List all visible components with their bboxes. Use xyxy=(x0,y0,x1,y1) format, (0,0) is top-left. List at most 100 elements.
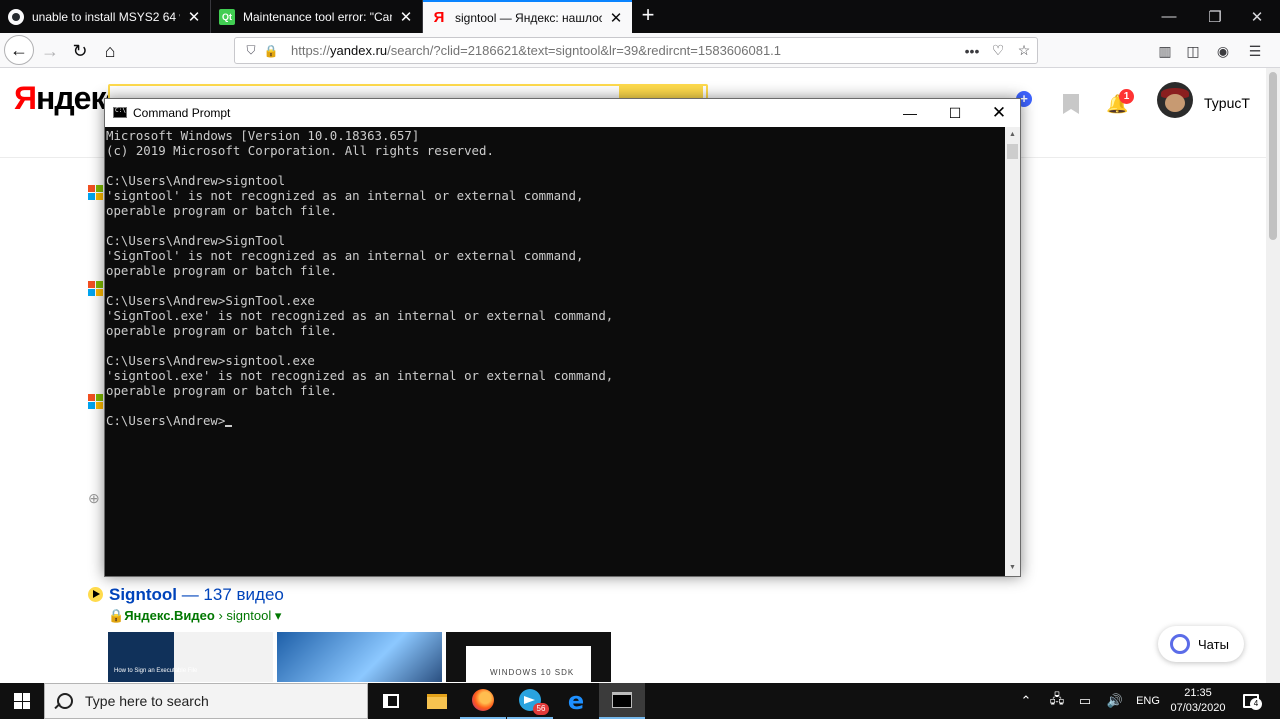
firefox-icon xyxy=(472,689,494,711)
browser-navigation-bar: ← → ↻ ⌂ ⛉ 🔒 https://yandex.ru/search/?cl… xyxy=(0,33,1280,68)
console-line: Microsoft Windows [Version 10.0.18363.65… xyxy=(106,128,420,143)
globe-icon: ⊕ xyxy=(88,490,100,506)
cmd-maximize-button[interactable]: ☐ xyxy=(933,99,977,127)
bookmark-star-icon[interactable]: ☆ xyxy=(1011,42,1037,59)
cmd-titlebar[interactable]: Command Prompt — ☐ ✕ xyxy=(105,99,1020,127)
cmd-window-title: Command Prompt xyxy=(133,106,231,120)
folder-icon xyxy=(427,693,447,709)
browser-tab-strip: unable to install MSYS2 64 with ✕ Qt Mai… xyxy=(0,0,1280,33)
console-line: C:\Users\Andrew>SignTool xyxy=(106,233,286,248)
tracking-protection-icon[interactable]: ⛉ xyxy=(241,43,261,58)
qt-icon: Qt xyxy=(219,8,235,25)
console-line: 'SignTool.exe' is not recognized as an i… xyxy=(106,308,614,323)
console-line: C:\Users\Andrew>signtool xyxy=(106,173,286,188)
tab-yandex-signtool[interactable]: Я signtool — Яндекс: нашлось 3 ✕ xyxy=(423,0,632,33)
start-button[interactable] xyxy=(0,683,44,719)
cmd-close-button[interactable]: ✕ xyxy=(977,99,1021,127)
console-output[interactable]: Microsoft Windows [Version 10.0.18363.65… xyxy=(105,127,1005,576)
tab-msys2-question[interactable]: unable to install MSYS2 64 with ✕ xyxy=(0,0,211,33)
scroll-up-icon[interactable]: ▲ xyxy=(1005,127,1020,143)
minimize-window-button[interactable]: — xyxy=(1146,0,1192,33)
battery-icon[interactable]: ▭ xyxy=(1072,683,1098,719)
arrow-left-icon: ← xyxy=(10,39,28,60)
input-language-indicator[interactable]: ENG xyxy=(1132,683,1164,719)
firefox-button[interactable] xyxy=(460,683,506,719)
search-icon xyxy=(57,693,73,709)
account-icon[interactable]: ◉ xyxy=(1212,41,1234,61)
chat-icon xyxy=(1170,634,1190,654)
forward-button[interactable]: → xyxy=(36,37,64,65)
pocket-icon[interactable]: ♡ xyxy=(985,42,1011,59)
tab-title: signtool — Яндекс: нашлось 3 xyxy=(455,10,602,25)
video-result-title[interactable]: Signtool — 137 видео xyxy=(109,585,284,605)
console-icon xyxy=(113,107,127,118)
console-icon xyxy=(612,692,632,708)
library-icon[interactable]: ▥ xyxy=(1154,41,1176,61)
close-window-button[interactable]: ✕ xyxy=(1234,0,1280,33)
console-line: operable program or batch file. xyxy=(106,383,338,398)
close-tab-icon[interactable]: ✕ xyxy=(608,9,624,27)
notification-badge: 1 xyxy=(1119,89,1134,104)
menu-icon[interactable]: ☰ xyxy=(1244,41,1266,61)
play-icon xyxy=(88,587,103,602)
user-name[interactable]: TypucT xyxy=(1204,95,1250,111)
reload-button[interactable]: ↻ xyxy=(66,37,94,65)
yandex-icon: Я xyxy=(433,9,445,26)
windows-taskbar: Type here to search 56 e ⌃ 🖧 ▭ 🔊 ENG 21:… xyxy=(0,683,1280,719)
video-result-source[interactable]: 🔒Яндекс.Видео › signtool ▾ xyxy=(108,608,281,624)
close-tab-icon[interactable]: ✕ xyxy=(186,8,202,26)
scroll-down-icon[interactable]: ▼ xyxy=(1005,560,1020,576)
cmd-scrollbar[interactable]: ▲ ▼ xyxy=(1005,127,1020,576)
taskbar-search-box[interactable]: Type here to search xyxy=(44,683,368,719)
restore-window-button[interactable]: ❐ xyxy=(1192,0,1238,33)
show-hidden-icons-button[interactable]: ⌃ xyxy=(1014,683,1038,719)
tab-title: unable to install MSYS2 64 with xyxy=(32,9,180,24)
network-icon[interactable]: 🖧 xyxy=(1044,683,1070,719)
microsoft-icon xyxy=(88,185,103,200)
back-button[interactable]: ← xyxy=(4,35,34,65)
command-prompt-taskbar-button[interactable] xyxy=(599,683,645,719)
page-scrollbar[interactable] xyxy=(1266,68,1280,683)
url-text[interactable]: https://yandex.ru/search/?clid=2186621&t… xyxy=(291,43,959,58)
console-line: 'signtool' is not recognized as an inter… xyxy=(106,188,584,203)
url-bar[interactable]: ⛉ 🔒 https://yandex.ru/search/?clid=21866… xyxy=(234,37,1038,64)
home-button[interactable]: ⌂ xyxy=(96,37,124,65)
console-line: C:\Users\Andrew>signtool.exe xyxy=(106,353,315,368)
console-prompt-line[interactable]: C:\Users\Andrew> xyxy=(106,413,1005,428)
new-tab-button[interactable]: + xyxy=(636,4,660,28)
tab-qt-maintenance[interactable]: Qt Maintenance tool error: "Canno ✕ xyxy=(211,0,423,33)
cmd-minimize-button[interactable]: — xyxy=(888,99,932,127)
arrow-right-icon: → xyxy=(41,40,59,61)
console-line: 'signtool.exe' is not recognized as an i… xyxy=(106,368,614,383)
taskbar-clock[interactable]: 21:35 07/03/2020 xyxy=(1164,683,1232,719)
file-explorer-button[interactable] xyxy=(414,683,460,719)
video-thumbnail[interactable] xyxy=(277,632,442,682)
console-line: operable program or batch file. xyxy=(106,203,338,218)
close-tab-icon[interactable]: ✕ xyxy=(398,8,414,26)
text-cursor xyxy=(225,425,233,427)
volume-icon[interactable]: 🔊 xyxy=(1102,683,1128,719)
collections-icon[interactable] xyxy=(1063,94,1079,114)
task-view-button[interactable] xyxy=(368,683,414,719)
sidebar-icon[interactable]: ◫ xyxy=(1182,41,1204,61)
user-avatar[interactable] xyxy=(1157,82,1193,118)
microsoft-icon xyxy=(88,281,103,296)
notification-count-badge: 4 xyxy=(1250,698,1262,710)
edge-button[interactable]: e xyxy=(553,683,599,719)
page-actions-icon[interactable]: ••• xyxy=(959,43,985,59)
lock-icon[interactable]: 🔒 xyxy=(261,44,281,58)
telegram-badge: 56 xyxy=(533,703,549,715)
video-thumbnail[interactable]: WINDOWS 10 SDK xyxy=(446,632,611,682)
tab-title: Maintenance tool error: "Canno xyxy=(243,9,392,24)
console-line: operable program or batch file. xyxy=(106,263,338,278)
command-prompt-window[interactable]: Command Prompt — ☐ ✕ Microsoft Windows [… xyxy=(104,98,1021,577)
github-icon xyxy=(8,8,24,25)
console-line: (c) 2019 Microsoft Corporation. All righ… xyxy=(106,143,494,158)
console-line: 'SignTool' is not recognized as an inter… xyxy=(106,248,584,263)
chats-button[interactable]: Чаты xyxy=(1158,626,1244,662)
video-thumbnail[interactable]: How to Sign an Executable File xyxy=(108,632,273,682)
telegram-button[interactable]: 56 xyxy=(507,683,553,719)
